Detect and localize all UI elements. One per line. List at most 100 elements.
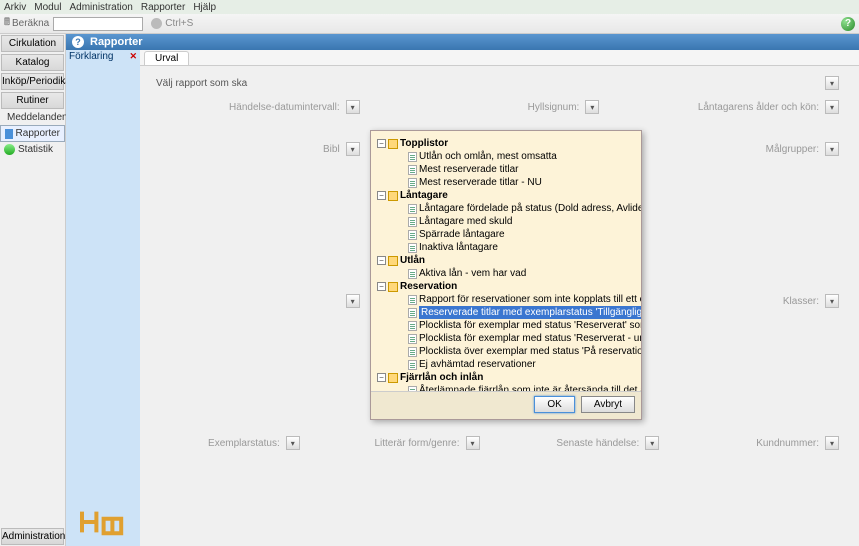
dropdown-btn[interactable]: ▾ <box>825 100 839 114</box>
folder-icon <box>388 191 398 201</box>
report-icon <box>408 334 417 344</box>
sidebar-item-statistik[interactable]: Statistik <box>0 142 65 157</box>
report-icon <box>408 386 417 392</box>
tree-category[interactable]: Låntagare <box>400 189 448 202</box>
shortcut-label: Ctrl+S <box>165 18 193 29</box>
menu-modul[interactable]: Modul <box>34 2 61 13</box>
sidebar-item-label: Meddelanden <box>7 112 68 123</box>
dropdown-btn[interactable]: ▾ <box>346 100 360 114</box>
tree-item[interactable]: Aktiva lån - vem har vad <box>419 267 526 280</box>
report-icon <box>408 204 417 214</box>
menu-rapporter[interactable]: Rapporter <box>141 2 185 13</box>
field-label: Litterär form/genre: <box>374 438 459 449</box>
dropdown-btn[interactable]: ▾ <box>466 436 480 450</box>
sidebar-item-rapporter[interactable]: Rapporter <box>0 125 65 142</box>
sidebar-sec-cirkulation[interactable]: Cirkulation <box>1 35 64 52</box>
sidebar-sec-rutiner[interactable]: Rutiner <box>1 92 64 109</box>
tree-item[interactable]: Reserverade titlar med exemplarstatus 'T… <box>419 306 641 319</box>
tree-item[interactable]: Plocklista för exemplar med status 'Rese… <box>419 319 641 332</box>
collapse-icon[interactable]: − <box>377 282 386 291</box>
tree-item[interactable]: Mest reserverade titlar - NU <box>419 176 542 189</box>
dropdown-btn[interactable]: ▾ <box>645 436 659 450</box>
tree-category[interactable]: Reservation <box>400 280 457 293</box>
report-icon <box>408 217 417 227</box>
close-icon[interactable]: ✕ <box>129 51 137 62</box>
report-picker-dialog: − TopplistorUtlån och omlån, mest omsatta… <box>370 130 642 420</box>
folder-icon <box>388 139 398 149</box>
module-title-bar: ? Rapporter <box>66 34 859 50</box>
tree-item[interactable]: Mest reserverade titlar <box>419 163 518 176</box>
dropdown-btn[interactable]: ▾ <box>825 294 839 308</box>
field-label: Bibl <box>323 144 340 155</box>
select-report-label: Välj rapport som ska <box>156 78 247 89</box>
dot-icon <box>151 18 162 29</box>
folder-icon <box>388 256 398 266</box>
report-icon <box>408 165 417 175</box>
calc-icon: 🖩 <box>4 15 10 32</box>
tree-item[interactable]: Spärrade låntagare <box>419 228 505 241</box>
report-icon <box>408 152 417 162</box>
sidebar-item-label: Rapporter <box>16 128 60 139</box>
report-icon <box>408 308 417 318</box>
field-label: Målgrupper: <box>766 144 819 155</box>
dropdown-btn[interactable]: ▾ <box>346 142 360 156</box>
report-tree: − TopplistorUtlån och omlån, mest omsatta… <box>371 131 641 391</box>
calc-input[interactable] <box>53 17 143 31</box>
dropdown-btn[interactable]: ▾ <box>286 436 300 450</box>
tree-category[interactable]: Utlån <box>400 254 425 267</box>
stats-icon <box>4 144 15 155</box>
collapse-icon[interactable]: − <box>377 256 386 265</box>
menu-arkiv[interactable]: Arkiv <box>4 2 26 13</box>
report-icon <box>408 347 417 357</box>
menu-admin[interactable]: Administration <box>69 2 132 13</box>
tab-strip: Urval <box>140 50 859 66</box>
tab-urval[interactable]: Urval <box>144 51 189 65</box>
dropdown-btn[interactable]: ▾ <box>346 294 360 308</box>
tree-item[interactable]: Låntagare med skuld <box>419 215 512 228</box>
tree-item[interactable]: Plocklista för exemplar med status 'Rese… <box>419 332 641 345</box>
report-icon <box>408 178 417 188</box>
tree-item[interactable]: Inaktiva låntagare <box>419 241 498 254</box>
report-icon <box>408 269 417 279</box>
module-icon: ? <box>72 36 84 48</box>
tree-item[interactable]: Rapport för reservationer som inte koppl… <box>419 293 641 306</box>
sidebar-item-label: Statistik <box>18 144 53 155</box>
tree-item[interactable]: Återlämnade fjärrlån som inte är återsän… <box>419 384 641 391</box>
sidebar-sec-inkop[interactable]: Inköp/Periodika <box>1 73 64 90</box>
calc-group: 🖩 Beräkna <box>4 15 49 32</box>
folder-icon <box>388 373 398 383</box>
tree-item[interactable]: Ej avhämtad reservationer <box>419 358 536 371</box>
field-label: Klasser: <box>783 296 819 307</box>
dropdown-btn[interactable]: ▾ <box>825 436 839 450</box>
tree-item[interactable]: Låntagare fördelade på status (Dold adre… <box>419 202 641 215</box>
tree-item[interactable]: Plocklista över exemplar med status 'På … <box>419 345 641 358</box>
sidebar-sec-katalog[interactable]: Katalog <box>1 54 64 71</box>
module-title: Rapporter <box>90 36 143 48</box>
menu-help[interactable]: Hjälp <box>193 2 216 13</box>
field-label: Låntagarens ålder och kön: <box>698 102 819 113</box>
folder-icon <box>388 282 398 292</box>
collapse-icon[interactable]: − <box>377 373 386 382</box>
sidebar-sec-admin[interactable]: Administration <box>1 528 64 545</box>
collapse-icon[interactable]: − <box>377 139 386 148</box>
report-icon <box>408 230 417 240</box>
report-icon <box>5 129 13 139</box>
sidebar-item-meddelanden[interactable]: Meddelanden <box>0 110 65 125</box>
report-icon <box>408 321 417 331</box>
cancel-button[interactable]: Avbryt <box>581 396 635 413</box>
report-icon <box>408 295 417 305</box>
collapse-icon[interactable]: − <box>377 191 386 200</box>
help-icon[interactable]: ? <box>841 17 855 31</box>
toolbar: 🖩 Beräkna Ctrl+S ? <box>0 14 859 34</box>
select-report-dropdown[interactable]: ▾ <box>825 76 839 90</box>
tree-category[interactable]: Fjärrlån och inlån <box>400 371 483 384</box>
dropdown-btn[interactable]: ▾ <box>825 142 839 156</box>
dropdown-btn[interactable]: ▾ <box>585 100 599 114</box>
report-icon <box>408 243 417 253</box>
tree-category[interactable]: Topplistor <box>400 137 448 150</box>
shortcut-hint: Ctrl+S <box>151 18 193 29</box>
ok-button[interactable]: OK <box>534 396 574 413</box>
tree-item[interactable]: Utlån och omlån, mest omsatta <box>419 150 557 163</box>
calc-label: Beräkna <box>12 18 49 29</box>
field-label: Händelse-datumintervall: <box>229 102 340 113</box>
